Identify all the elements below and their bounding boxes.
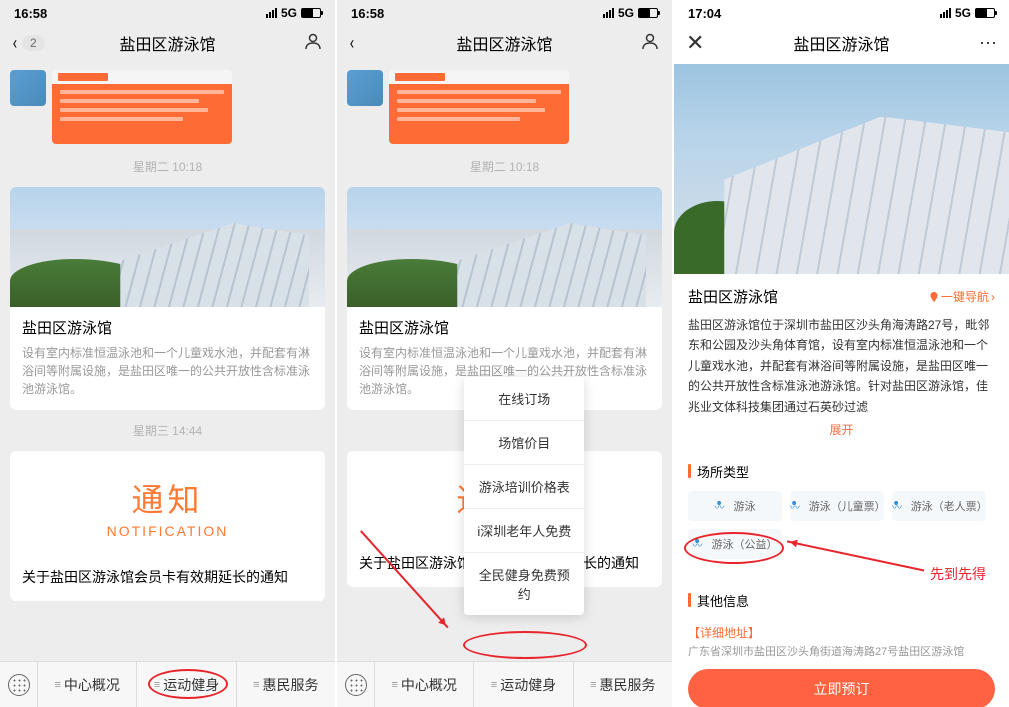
timestamp: 星期三 14:44	[0, 414, 335, 447]
menu-item-booking[interactable]: 在线订场	[464, 377, 584, 421]
page-title: 盐田区游泳馆	[793, 31, 889, 55]
status-time: 16:58	[14, 6, 47, 21]
battery-icon	[301, 8, 321, 18]
swim-icon	[790, 501, 804, 511]
article-image	[10, 187, 325, 307]
signal-icon	[266, 8, 277, 18]
timestamp: 星期二 10:18	[337, 150, 672, 183]
status-bar: 16:58 5G	[0, 0, 335, 22]
article-title: 盐田区游泳馆	[22, 317, 313, 338]
type-swim[interactable]: 游泳	[688, 491, 782, 521]
screen-1: 16:58 5G ‹ 2 盐田区游泳馆 星期二 10:18	[0, 0, 335, 707]
address-text: 广东省深圳市盐田区沙头角街道海涛路27号盐田区游泳馆	[674, 643, 1009, 659]
avatar[interactable]	[10, 70, 46, 106]
notice-heading-cn: 通知	[22, 475, 313, 521]
chat-content: 星期二 10:18 盐田区游泳馆 设有室内标准恒温泳池和一个儿童戏水池，并配套有…	[0, 64, 335, 661]
page-title: 盐田区游泳馆	[456, 31, 552, 55]
menu-item-senior[interactable]: i深圳老年人免费	[464, 509, 584, 553]
type-swim-public[interactable]: 游泳（公益）	[688, 529, 782, 559]
article-image	[347, 187, 662, 307]
network-label: 5G	[618, 6, 634, 20]
close-button[interactable]: ✕	[686, 30, 704, 56]
type-grid: 游泳 游泳（儿童票） 游泳（老人票） 游泳（公益）	[674, 491, 1009, 559]
hero-image	[674, 64, 1009, 274]
message-row	[337, 64, 672, 150]
annotation-ellipse	[463, 631, 587, 659]
signal-icon	[603, 8, 614, 18]
article-title: 盐田区游泳馆	[359, 317, 650, 338]
location-icon	[929, 292, 939, 302]
type-swim-child[interactable]: 游泳（儿童票）	[790, 491, 884, 521]
expand-button[interactable]: 展开	[674, 417, 1009, 448]
screen-2: 16:58 5G ‹ 盐田区游泳馆 星期二 10:18	[337, 0, 672, 707]
status-right: 5G	[940, 6, 995, 20]
keyboard-icon	[8, 674, 30, 696]
popup-menu: 在线订场 场馆价目 游泳培训价格表 i深圳老年人免费 全民健身免费预约	[464, 377, 584, 615]
type-swim-senior[interactable]: 游泳（老人票）	[892, 491, 986, 521]
image-message[interactable]	[52, 70, 232, 144]
tab-welfare[interactable]: ≡惠民服务	[574, 662, 672, 707]
battery-icon	[638, 8, 658, 18]
venue-title: 盐田区游泳馆	[688, 286, 778, 307]
tab-overview[interactable]: ≡中心概况	[375, 662, 474, 707]
chat-content: 星期二 10:18 盐田区游泳馆 设有室内标准恒温泳池和一个儿童戏水池，并配套有…	[337, 64, 672, 661]
tab-fitness[interactable]: ≡运动健身	[474, 662, 573, 707]
annotation-text: 先到先得	[930, 564, 986, 584]
swim-icon	[892, 501, 906, 511]
signal-icon	[940, 8, 951, 18]
keyboard-toggle[interactable]	[337, 662, 375, 707]
swim-icon	[693, 539, 707, 549]
bottom-tabs: ≡中心概况 ≡运动健身 ≡惠民服务	[0, 661, 335, 707]
back-arrow-icon: ‹	[350, 33, 354, 54]
back-button[interactable]: ‹	[349, 33, 355, 54]
notice-heading-en: NOTIFICATION	[22, 523, 313, 539]
avatar[interactable]	[347, 70, 383, 106]
timestamp: 星期二 10:18	[0, 150, 335, 183]
back-arrow-icon: ‹	[13, 33, 17, 54]
back-button[interactable]: ‹ 2	[12, 33, 45, 54]
status-right: 5G	[266, 6, 321, 20]
screen-3: 17:04 5G ✕ 盐田区游泳馆 ⋯ 盐田区游泳馆 一键导航 › 盐田区游	[674, 0, 1009, 707]
nav-bar: ‹ 盐田区游泳馆	[337, 22, 672, 64]
more-icon[interactable]: ⋯	[979, 33, 997, 54]
article-card[interactable]: 盐田区游泳馆 设有室内标准恒温泳池和一个儿童戏水池，并配套有淋浴间等附属设施，是…	[10, 187, 325, 410]
profile-icon[interactable]	[303, 31, 323, 56]
detail-content: 盐田区游泳馆 一键导航 › 盐田区游泳馆位于深圳市盐田区沙头角海涛路27号，毗邻…	[674, 64, 1009, 707]
notice-text: 关于盐田区游泳馆会员卡有效期延长的通知	[22, 567, 313, 587]
page-title: 盐田区游泳馆	[119, 31, 215, 55]
status-bar: 16:58 5G	[337, 0, 672, 22]
image-message[interactable]	[389, 70, 569, 144]
nav-bar: ✕ 盐田区游泳馆 ⋯	[674, 22, 1009, 64]
nav-bar: ‹ 2 盐田区游泳馆	[0, 22, 335, 64]
status-bar: 17:04 5G	[674, 0, 1009, 22]
status-time: 16:58	[351, 6, 384, 21]
navigate-link[interactable]: 一键导航 ›	[929, 288, 995, 305]
swim-icon	[715, 501, 729, 511]
keyboard-toggle[interactable]	[0, 662, 38, 707]
battery-icon	[975, 8, 995, 18]
tab-overview[interactable]: ≡中心概况	[38, 662, 137, 707]
message-row	[0, 64, 335, 150]
section-venue-types: 场所类型	[674, 448, 1009, 491]
venue-description: 盐田区游泳馆位于深圳市盐田区沙头角海涛路27号，毗邻东和公园及沙头角体育馆，设有…	[674, 315, 1009, 417]
tab-fitness[interactable]: ≡运动健身	[137, 662, 236, 707]
notice-card[interactable]: 通知 NOTIFICATION 关于盐田区游泳馆会员卡有效期延长的通知	[10, 451, 325, 601]
keyboard-icon	[345, 674, 367, 696]
address-label: 【详细地址】	[674, 620, 1009, 643]
menu-item-pricing[interactable]: 场馆价目	[464, 421, 584, 465]
status-time: 17:04	[688, 6, 721, 21]
menu-item-training[interactable]: 游泳培训价格表	[464, 465, 584, 509]
profile-icon[interactable]	[640, 31, 660, 56]
menu-item-free-booking[interactable]: 全民健身免费预约	[464, 553, 584, 615]
network-label: 5G	[955, 6, 971, 20]
network-label: 5G	[281, 6, 297, 20]
bottom-tabs: ≡中心概况 ≡运动健身 ≡惠民服务	[337, 661, 672, 707]
tab-welfare[interactable]: ≡惠民服务	[237, 662, 335, 707]
book-button[interactable]: 立即预订	[688, 669, 995, 707]
status-right: 5G	[603, 6, 658, 20]
back-count: 2	[22, 35, 45, 51]
article-desc: 设有室内标准恒温泳池和一个儿童戏水池，并配套有淋浴间等附属设施，是盐田区唯一的公…	[22, 344, 313, 398]
